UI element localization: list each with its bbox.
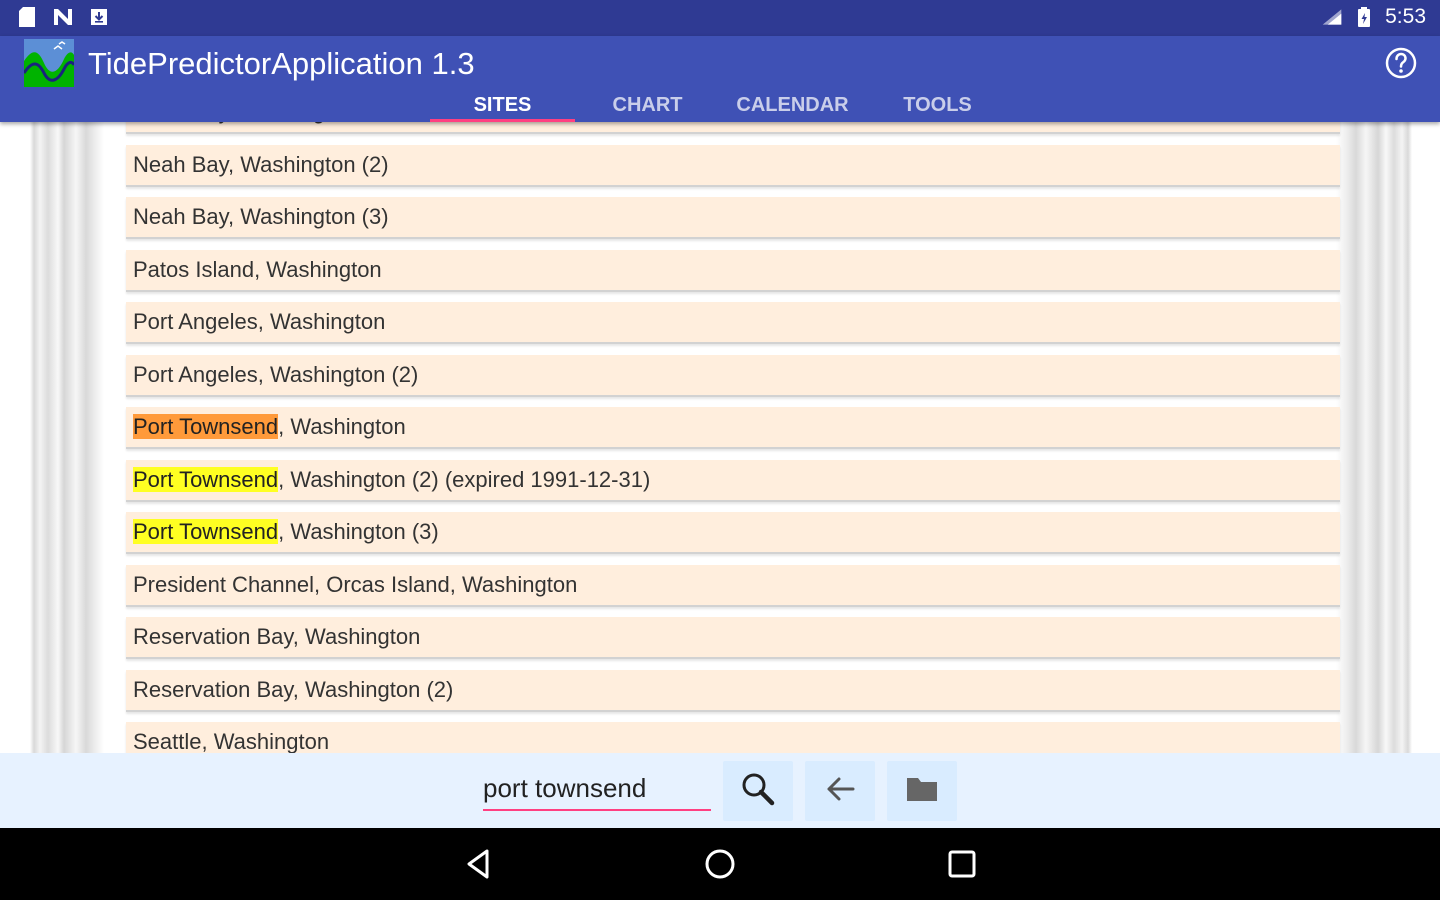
site-name: Neah Bay, Washington (3) xyxy=(133,204,389,229)
site-row-content: Port Townsend, Washington xyxy=(126,407,1340,449)
site-name: Reservation Bay, Washington (2) xyxy=(133,676,454,702)
tab-bar: SITES CHART CALENDAR TOOLS xyxy=(430,90,1010,122)
search-input[interactable] xyxy=(483,769,711,807)
search-match-highlight: Port Townsend xyxy=(133,519,279,544)
site-list-item[interactable]: Port Townsend, Washington (3) xyxy=(126,512,1340,565)
site-name: President Channel, Orcas Island, Washing… xyxy=(133,571,578,597)
site-name: Neah Bay, Washington xyxy=(133,122,356,124)
battery-icon xyxy=(1353,6,1375,28)
n-icon xyxy=(52,6,74,28)
tab-chart[interactable]: CHART xyxy=(575,90,720,122)
site-list-item[interactable]: Port Townsend, Washington xyxy=(126,407,1340,460)
search-button[interactable] xyxy=(723,761,793,821)
back-triangle-icon[interactable] xyxy=(458,844,498,884)
wave-logo-icon xyxy=(22,39,76,87)
site-list-item[interactable]: Port Angeles, Washington (2) xyxy=(126,354,1340,408)
site-name: Port Angeles, Washington (2) xyxy=(133,361,419,387)
site-list-item[interactable]: Port Townsend, Washington (2) (expired 1… xyxy=(126,459,1340,513)
site-row-content: Neah Bay, Washington xyxy=(126,122,1340,134)
site-name: Seattle, Washington xyxy=(133,729,330,753)
search-bar xyxy=(0,753,1440,828)
sd-card-icon xyxy=(16,6,38,28)
site-row-content: Reservation Bay, Washington xyxy=(126,617,1340,659)
search-match-highlight: Port Townsend xyxy=(133,466,279,492)
back-arrow-icon xyxy=(821,770,859,813)
folder-icon xyxy=(904,773,940,810)
search-field[interactable] xyxy=(483,769,711,811)
site-row-content: Seattle, Washington xyxy=(126,722,1340,753)
site-name-rest: , Washington (2) (expired 1991-12-31) xyxy=(278,466,651,492)
site-list-item[interactable]: Seattle, Washington xyxy=(126,722,1340,753)
site-list-item[interactable]: Reservation Bay, Washington xyxy=(126,617,1340,670)
site-row-content: Neah Bay, Washington (3) xyxy=(126,197,1340,239)
app-bar: TidePredictorApplication 1.3 SITES CHART… xyxy=(0,36,1440,122)
site-list-item[interactable]: Neah Bay, Washington (3) xyxy=(126,197,1340,250)
site-row-content: Neah Bay, Washington (2) xyxy=(126,144,1340,187)
tab-sites[interactable]: SITES xyxy=(430,90,575,122)
help-icon[interactable] xyxy=(1384,46,1418,80)
app-title: TidePredictorApplication 1.3 xyxy=(88,46,475,81)
tab-calendar[interactable]: CALENDAR xyxy=(720,90,865,122)
folder-button[interactable] xyxy=(887,761,957,821)
site-name: Port Angeles, Washington xyxy=(133,309,386,334)
tab-tools[interactable]: TOOLS xyxy=(865,90,1010,122)
site-list-item[interactable]: Neah Bay, Washington xyxy=(126,122,1340,145)
site-row-content: President Channel, Orcas Island, Washing… xyxy=(126,564,1340,607)
download-icon xyxy=(88,6,110,28)
status-bar: 5:53 xyxy=(0,0,1440,36)
search-match-highlight: Port Townsend xyxy=(133,414,279,439)
back-button[interactable] xyxy=(805,761,875,821)
search-icon xyxy=(739,770,777,813)
site-list-panel[interactable]: Neah Bay, Washington Neah Bay, Washington… xyxy=(0,122,1440,753)
status-time: 5:53 xyxy=(1385,5,1426,28)
recents-square-icon[interactable] xyxy=(942,844,982,884)
site-row-content: Reservation Bay, Washington (2) xyxy=(126,669,1340,712)
site-list-item[interactable]: Port Angeles, Washington xyxy=(126,302,1340,355)
site-list-item[interactable]: President Channel, Orcas Island, Washing… xyxy=(126,564,1340,618)
site-row-content: Port Townsend, Washington (3) xyxy=(126,512,1340,554)
site-row-content: Port Townsend, Washington (2) (expired 1… xyxy=(126,459,1340,502)
site-list-item[interactable]: Patos Island, Washington xyxy=(126,249,1340,303)
site-name: Neah Bay, Washington (2) xyxy=(133,151,389,177)
site-row-content: Port Angeles, Washington xyxy=(126,302,1340,344)
site-name-rest: , Washington (3) xyxy=(278,519,439,544)
home-circle-icon[interactable] xyxy=(700,844,740,884)
signal-icon xyxy=(1321,6,1343,28)
navigation-bar xyxy=(0,828,1440,900)
site-list: Neah Bay, Washington Neah Bay, Washington… xyxy=(126,122,1340,753)
site-list-item[interactable]: Reservation Bay, Washington (2) xyxy=(126,669,1340,723)
site-row-content: Patos Island, Washington xyxy=(126,249,1340,292)
site-row-content: Port Angeles, Washington (2) xyxy=(126,354,1340,397)
site-name: Patos Island, Washington xyxy=(133,256,382,282)
site-name-rest: , Washington xyxy=(278,414,406,439)
site-name: Reservation Bay, Washington xyxy=(133,624,421,649)
site-list-item[interactable]: Neah Bay, Washington (2) xyxy=(126,144,1340,198)
